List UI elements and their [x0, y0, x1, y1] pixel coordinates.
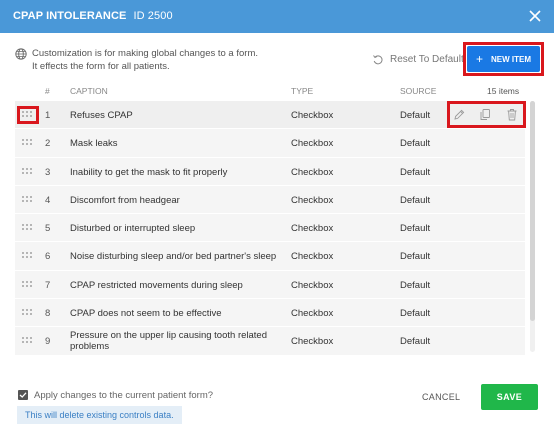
row-type: Checkbox	[291, 251, 334, 263]
scrollbar-thumb[interactable]	[530, 101, 535, 321]
dialog-title: CPAP INTOLERANCE ID 2500	[13, 10, 173, 22]
table-row[interactable]: 9 Pressure on the upper lip causing toot…	[15, 327, 525, 356]
row-source: Default	[400, 138, 431, 150]
row-caption: Disturbed or interrupted sleep	[70, 223, 196, 235]
warning-note: This will delete existing controls data.	[17, 406, 182, 424]
apply-label: Apply changes to the current patient for…	[34, 390, 214, 401]
apply-checkbox[interactable]	[18, 390, 28, 400]
table-row[interactable]: 3 Inability to get the mask to fit prope…	[15, 157, 525, 186]
column-header-type: TYPE	[291, 86, 314, 96]
row-type: Checkbox	[291, 110, 334, 121]
new-item-label: NEW ITEM	[491, 54, 531, 64]
drag-handle-icon[interactable]	[21, 138, 33, 146]
drag-handle-icon[interactable]	[21, 336, 33, 344]
drag-handle-icon[interactable]	[21, 223, 33, 231]
cancel-button[interactable]: CANCEL	[422, 392, 460, 402]
row-type: Checkbox	[291, 194, 334, 206]
dialog-header: CPAP INTOLERANCE ID 2500	[0, 0, 554, 33]
table-row[interactable]: 2 Mask leaks Checkbox Default	[15, 129, 525, 158]
row-source: Default	[400, 336, 431, 348]
row-type: Checkbox	[291, 138, 334, 150]
plus-icon: +	[475, 52, 483, 66]
customization-info: Customization is for making global chang…	[15, 47, 258, 73]
column-header-caption: CAPTION	[70, 86, 108, 96]
table-row[interactable]: 8 CPAP does not seem to be effective Che…	[15, 299, 525, 328]
form-id: ID 2500	[133, 10, 173, 22]
info-line-2: It effects the form for all patients.	[32, 61, 170, 72]
row-caption: Discomfort from headgear	[70, 194, 180, 206]
row-type: Checkbox	[291, 223, 334, 235]
form-name: CPAP INTOLERANCE	[13, 10, 127, 22]
row-number: 4	[45, 194, 51, 206]
delete-icon[interactable]	[506, 108, 518, 121]
row-source: Default	[400, 308, 431, 320]
row-caption: CPAP does not seem to be effective	[70, 308, 222, 320]
row-caption: Refuses CPAP	[70, 110, 133, 121]
row-number: 1	[45, 110, 51, 121]
new-item-button[interactable]: + NEW ITEM	[467, 46, 540, 72]
row-source: Default	[400, 110, 431, 121]
reset-icon	[373, 55, 383, 65]
row-caption: Noise disturbing sleep and/or bed partne…	[70, 251, 277, 263]
row-source: Default	[400, 279, 431, 291]
row-source: Default	[400, 166, 431, 178]
row-source: Default	[400, 194, 431, 206]
apply-to-current-form[interactable]: Apply changes to the current patient for…	[18, 390, 213, 401]
check-icon	[19, 392, 27, 398]
items-table: 1 Refuses CPAP Checkbox Default 2 Mask l…	[15, 101, 525, 356]
table-row[interactable]: 4 Discomfort from headgear Checkbox Defa…	[15, 185, 525, 215]
edit-icon[interactable]	[453, 108, 465, 121]
row-number: 5	[45, 223, 51, 235]
row-caption: Mask leaks	[70, 138, 118, 150]
drag-handle-icon[interactable]	[21, 195, 33, 203]
row-number: 6	[45, 251, 51, 263]
reset-label: Reset To Default	[390, 54, 464, 65]
row-number: 3	[45, 166, 51, 178]
drag-handle-icon[interactable]	[21, 251, 33, 259]
row-type: Checkbox	[291, 336, 334, 348]
table-row[interactable]: 5 Disturbed or interrupted sleep Checkbo…	[15, 214, 525, 243]
copy-icon[interactable]	[479, 108, 491, 121]
drag-handle-icon[interactable]	[21, 167, 33, 175]
row-caption: CPAP restricted movements during sleep	[70, 279, 243, 291]
row-type: Checkbox	[291, 308, 334, 320]
row-number: 8	[45, 308, 51, 320]
column-header-number: #	[45, 86, 50, 96]
row-source: Default	[400, 223, 431, 235]
close-icon[interactable]	[526, 7, 544, 25]
globe-icon	[15, 48, 27, 60]
table-row[interactable]: 7 CPAP restricted movements during sleep…	[15, 270, 525, 300]
drag-handle-icon[interactable]	[21, 280, 33, 288]
save-button[interactable]: SAVE	[481, 384, 538, 410]
drag-handle-icon[interactable]	[21, 308, 33, 316]
table-row[interactable]: 6 Noise disturbing sleep and/or bed part…	[15, 242, 525, 271]
info-line-1: Customization is for making global chang…	[32, 48, 258, 59]
row-caption: Inability to get the mask to fit properl…	[70, 166, 228, 178]
row-number: 2	[45, 138, 51, 150]
row-source: Default	[400, 251, 431, 263]
drag-handle-highlight	[17, 106, 39, 124]
row-type: Checkbox	[291, 166, 334, 178]
row-number: 7	[45, 279, 51, 291]
reset-to-default-button[interactable]: Reset To Default	[372, 54, 464, 65]
row-type: Checkbox	[291, 279, 334, 291]
item-count: 15 items	[487, 86, 520, 96]
row-number: 9	[45, 336, 51, 348]
row-caption: Pressure on the upper lip causing tooth …	[70, 330, 267, 353]
column-header-source: SOURCE	[400, 86, 437, 96]
table-header: # CAPTION TYPE SOURCE	[15, 86, 525, 100]
